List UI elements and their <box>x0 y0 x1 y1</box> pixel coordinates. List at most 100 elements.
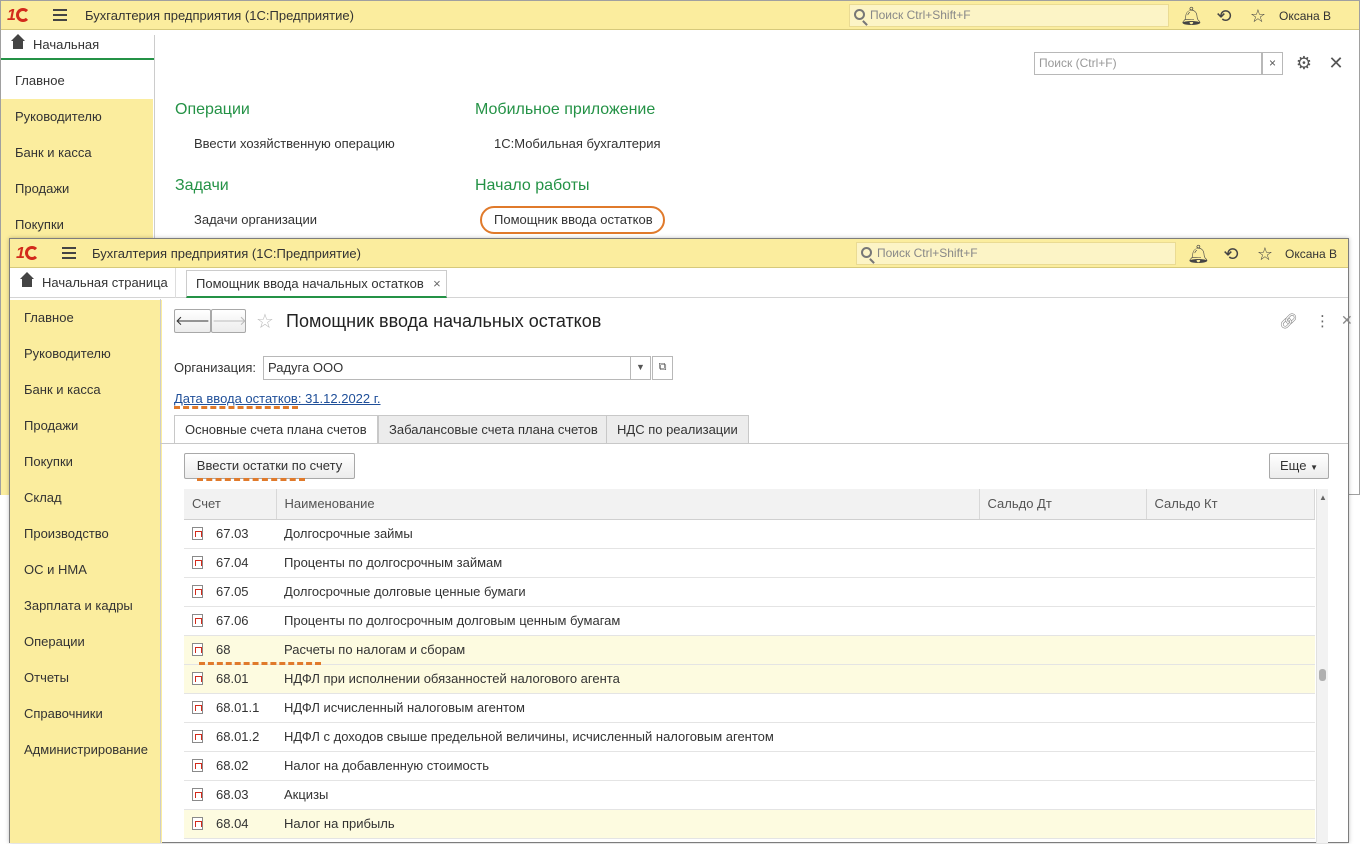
sidebar-item-main[interactable]: Главное <box>1 63 153 99</box>
star-icon[interactable]: ☆ <box>1248 6 1268 26</box>
app-title: Бухгалтерия предприятия (1С:Предприятие) <box>92 246 361 261</box>
cell-name: Акцизы <box>276 780 979 810</box>
cell-account: 67.05 <box>184 577 276 607</box>
cell-credit <box>1146 693 1315 723</box>
sidebar-item-main[interactable]: Главное <box>10 300 162 336</box>
org-open-icon[interactable]: ⧉ <box>652 356 673 380</box>
date-link[interactable]: Дата ввода остатков: 31.12.2022 г. <box>174 391 381 406</box>
link-enter-operation[interactable]: Ввести хозяйственную операцию <box>194 136 395 151</box>
sidebar-item-warehouse[interactable]: Склад <box>10 480 162 516</box>
org-field[interactable]: Радуга ООО <box>263 356 631 380</box>
cell-name: Долгосрочные займы <box>276 519 979 549</box>
cell-credit <box>1146 606 1315 636</box>
cell-debit <box>979 635 1146 665</box>
col-credit[interactable]: Сальдо Кт <box>1146 489 1315 520</box>
sidebar-item-manager[interactable]: Руководителю <box>10 336 162 372</box>
table-row[interactable]: 68 Расчеты по налогам и сборам <box>184 635 1315 665</box>
sidebar: Главное Руководителю Банк и касса Продаж… <box>10 300 162 843</box>
table-row[interactable]: 67.06 Проценты по долгосрочным долговым ц… <box>184 606 1315 636</box>
link-mobile-accounting[interactable]: 1С:Мобильная бухгалтерия <box>494 136 661 151</box>
tab-main-accounts[interactable]: Основные счета плана счетов <box>174 415 378 444</box>
account-code: 68.01.1 <box>216 700 260 715</box>
close-tab-icon[interactable]: × <box>433 271 441 297</box>
tab-offbalance-accounts[interactable]: Забалансовые счета плана счетов <box>378 415 609 443</box>
sidebar-item-assets[interactable]: ОС и НМА <box>10 552 162 588</box>
sidebar-item-sales[interactable]: Продажи <box>10 408 162 444</box>
scroll-thumb[interactable] <box>1319 669 1326 681</box>
history-icon[interactable]: ⟲ <box>1214 6 1234 26</box>
user-name[interactable]: Оксана В <box>1279 9 1331 23</box>
col-debit[interactable]: Сальдо Дт <box>979 489 1147 520</box>
table-scrollbar[interactable]: ▲ <box>1316 489 1328 843</box>
back-button[interactable]: 🡐 <box>174 309 211 333</box>
section-start-title: Начало работы <box>475 177 590 194</box>
account-code: 68.02 <box>216 758 249 773</box>
cell-credit <box>1146 722 1315 752</box>
cell-credit <box>1146 635 1315 665</box>
bell-icon[interactable]: 🔔︎ <box>1187 244 1210 264</box>
account-icon <box>192 672 203 685</box>
cell-credit <box>1146 664 1315 694</box>
section-mobile-title: Мобильное приложение <box>475 101 656 118</box>
table-row[interactable]: 68.04 Налог на прибыль <box>184 809 1315 839</box>
table-row[interactable]: 67.05 Долгосрочные долговые ценные бумаги <box>184 577 1315 607</box>
table-row[interactable]: 68.01.1 НДФЛ исчисленный налоговым агенто… <box>184 693 1315 723</box>
sidebar-item-catalogs[interactable]: Справочники <box>10 696 162 732</box>
col-account[interactable]: Счет <box>184 489 277 520</box>
tab-home[interactable]: Начальная страница <box>1 30 155 82</box>
account-code: 67.05 <box>216 584 249 599</box>
history-icon[interactable]: ⟲ <box>1221 244 1241 264</box>
star-icon[interactable]: ☆ <box>1255 244 1275 264</box>
table-row[interactable]: 68.01.2 НДФЛ с доходов свыше предельной в… <box>184 722 1315 752</box>
cell-account: 68.04 <box>184 809 276 839</box>
org-dropdown-icon[interactable]: ▼ <box>630 356 651 380</box>
gear-icon[interactable]: ⚙ <box>1294 53 1314 73</box>
link-org-tasks[interactable]: Задачи организации <box>194 212 317 227</box>
cell-name: Проценты по долгосрочным займам <box>276 548 979 578</box>
close-form-icon[interactable]: ✕ <box>1341 312 1353 329</box>
favorite-star-icon[interactable]: ☆ <box>256 309 274 334</box>
sidebar-item-admin[interactable]: Администрирование <box>10 732 162 768</box>
sidebar-item-payroll[interactable]: Зарплата и кадры <box>10 588 162 624</box>
more-options-icon[interactable]: ⋮ <box>1315 312 1330 330</box>
tab-vat-sales[interactable]: НДС по реализации <box>606 415 749 443</box>
table-row[interactable]: 68.03 Акцизы <box>184 780 1315 810</box>
sidebar-item-bank[interactable]: Банк и касса <box>10 372 162 408</box>
panel-search-input[interactable]: Поиск (Ctrl+F) <box>1034 52 1262 75</box>
more-button[interactable]: Еще ▼ <box>1269 453 1329 479</box>
global-search-input[interactable]: Поиск Ctrl+Shift+F <box>856 242 1176 265</box>
clear-search-icon[interactable]: × <box>1262 52 1283 75</box>
tab-home[interactable]: Начальная страница <box>10 268 176 298</box>
close-icon[interactable]: ✕ <box>1326 53 1346 73</box>
main-menu-icon[interactable] <box>53 9 67 21</box>
highlight-dash <box>197 478 305 481</box>
sidebar-item-reports[interactable]: Отчеты <box>10 660 162 696</box>
table-row[interactable]: 67.04 Проценты по долгосрочным займам <box>184 548 1315 578</box>
forward-button[interactable]: 🡒 <box>211 309 247 333</box>
account-icon <box>192 701 203 714</box>
sidebar-item-bank[interactable]: Банк и касса <box>1 135 153 171</box>
table-row[interactable]: 68.02 Налог на добавленную стоимость <box>184 751 1315 781</box>
sidebar-item-sales[interactable]: Продажи <box>1 171 153 207</box>
tabbar: Начальная страница Помощник ввода началь… <box>10 268 1348 298</box>
tab-balance-assistant[interactable]: Помощник ввода начальных остатков × <box>186 270 447 298</box>
cell-name: Расчеты по налогам и сборам <box>276 635 979 665</box>
sidebar-item-manager[interactable]: Руководителю <box>1 99 153 135</box>
table-row[interactable]: 67.03 Долгосрочные займы <box>184 519 1315 549</box>
scroll-up-icon[interactable]: ▲ <box>1319 493 1327 502</box>
col-name[interactable]: Наименование <box>276 489 980 520</box>
bell-icon[interactable]: 🔔︎ <box>1180 6 1203 26</box>
cell-name: Долгосрочные долговые ценные бумаги <box>276 577 979 607</box>
sidebar-item-operations[interactable]: Операции <box>10 624 162 660</box>
table-row[interactable]: 68.01 НДФЛ при исполнении обязанностей на… <box>184 664 1315 694</box>
enter-balance-button[interactable]: Ввести остатки по счету <box>184 453 355 479</box>
sidebar-item-purchases[interactable]: Покупки <box>10 444 162 480</box>
account-icon <box>192 788 203 801</box>
cell-credit <box>1146 548 1315 578</box>
main-menu-icon[interactable] <box>62 247 76 259</box>
user-name[interactable]: Оксана В <box>1285 247 1337 261</box>
sidebar-item-production[interactable]: Производство <box>10 516 162 552</box>
global-search-input[interactable]: Поиск Ctrl+Shift+F <box>849 4 1169 27</box>
link-icon[interactable]: 🔗︎ <box>1279 312 1298 330</box>
cell-name: НДФЛ с доходов свыше предельной величины… <box>276 722 979 752</box>
